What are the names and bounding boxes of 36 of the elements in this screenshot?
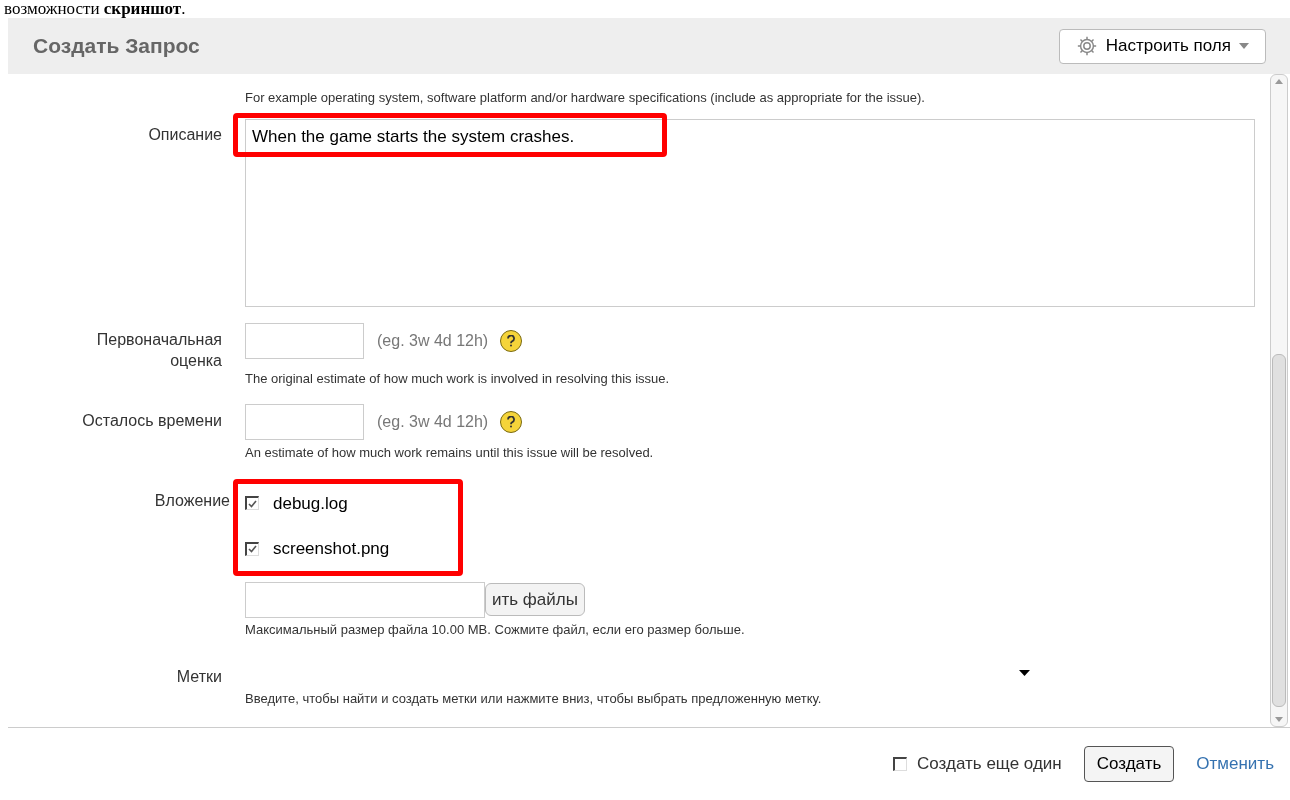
- hint-text: For example operating system, software platform and/or hardware specifications (include as appropriate for the issue).: [245, 90, 925, 105]
- checkbox-label: Создать еще один: [917, 753, 1062, 776]
- checkbox[interactable]: [245, 541, 259, 556]
- hint-text: Максимальный размер файла 10.00 MB. Сожмите файл, если его размер больше.: [245, 620, 745, 639]
- create-button[interactable]: Создать: [1083, 746, 1175, 782]
- caption-text: возможности скриншот.: [3, 0, 187, 18]
- description-field[interactable]: When the game starts the system crashes.: [245, 118, 1255, 307]
- hint-text: An estimate of how much work remains until this issue will be resolved.: [245, 444, 654, 462]
- example-text: (eg. 3w 4d 12h): [377, 412, 489, 432]
- hint-text: The original estimate of how much work is involved in resolving this issue.: [245, 369, 670, 388]
- field-label: Метки: [175, 667, 223, 687]
- dialog-title: Создать Запрос: [33, 33, 200, 60]
- scroll-down-arrow-icon[interactable]: [1275, 717, 1283, 722]
- settings-icon: [1075, 35, 1098, 57]
- dropdown-caret-icon[interactable]: [1019, 670, 1030, 676]
- file-name: debug.log: [273, 492, 348, 515]
- hint-text: Введите, чтобы найти и создать метки или нажмите вниз, чтобы выбрать предложенную метку.: [245, 690, 823, 708]
- estimate-field[interactable]: [245, 322, 364, 359]
- field-label: Вложение: [153, 490, 230, 511]
- field-label: Первоначальная оценка: [95, 329, 223, 371]
- field-label: Осталось времени: [81, 411, 223, 431]
- help-icon[interactable]: [500, 411, 523, 433]
- field-label: Описание: [147, 124, 223, 145]
- configure-fields-button[interactable]: Настроить поля: [1058, 28, 1266, 64]
- cancel-link[interactable]: Отменить: [1196, 751, 1274, 777]
- browse-files-button[interactable]: ить файлы: [485, 583, 585, 616]
- file-name: screenshot.png: [273, 538, 390, 560]
- checkbox[interactable]: [245, 496, 259, 511]
- help-icon[interactable]: [500, 329, 523, 352]
- scroll-up-arrow-icon[interactable]: [1275, 79, 1283, 84]
- file-path-field[interactable]: [245, 581, 485, 618]
- caret-icon: [1239, 43, 1249, 49]
- estimate-field[interactable]: [245, 404, 364, 440]
- checkbox[interactable]: [893, 757, 908, 771]
- scrollbar[interactable]: [1270, 74, 1288, 727]
- example-text: (eg. 3w 4d 12h): [377, 330, 489, 351]
